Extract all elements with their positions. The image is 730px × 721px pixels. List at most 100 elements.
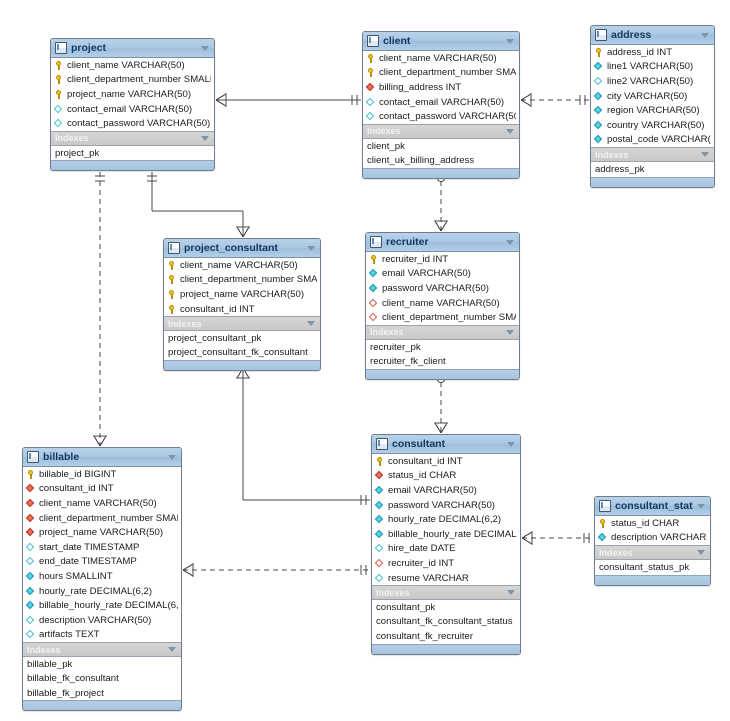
chevron-down-icon[interactable] bbox=[701, 152, 709, 158]
chevron-down-icon[interactable] bbox=[201, 135, 209, 141]
column-row[interactable]: hire_date DATE bbox=[372, 542, 520, 557]
column-row[interactable]: line2 VARCHAR(50) bbox=[591, 74, 714, 89]
column-row[interactable]: recruiter_id INT bbox=[372, 556, 520, 571]
indexes-section-header[interactable]: Indexes bbox=[366, 324, 519, 340]
column-row[interactable]: password VARCHAR(50) bbox=[366, 281, 519, 296]
chevron-down-icon[interactable] bbox=[506, 128, 514, 134]
column-row[interactable]: country VARCHAR(50) bbox=[591, 118, 714, 133]
entity-table-recruiter[interactable]: recruiter recruiter_id INT email VARCHAR(5… bbox=[365, 232, 520, 380]
column-row[interactable]: consultant_id INT bbox=[164, 302, 320, 317]
column-row[interactable]: client_name VARCHAR(50) bbox=[51, 58, 214, 73]
column-row[interactable]: project_name VARCHAR(50) bbox=[164, 287, 320, 302]
column-row[interactable]: billable_hourly_rate DECIMAL(6,2) bbox=[372, 527, 520, 542]
index-row[interactable]: billable_fk_project bbox=[23, 686, 181, 700]
column-row[interactable]: end_date TIMESTAMP bbox=[23, 555, 181, 570]
entity-table-billable[interactable]: billable billable_id BIGINT consultant_id … bbox=[22, 447, 182, 712]
column-row[interactable]: project_name VARCHAR(50) bbox=[51, 87, 214, 102]
index-row[interactable]: address_pk bbox=[591, 162, 714, 176]
column-row[interactable]: client_department_number SMALLINT bbox=[51, 73, 214, 88]
entity-title-bar[interactable]: client bbox=[363, 32, 519, 51]
entity-title-bar[interactable]: recruiter bbox=[366, 233, 519, 252]
index-row[interactable]: consultant_status_pk bbox=[595, 560, 710, 574]
chevron-down-icon[interactable] bbox=[307, 245, 315, 251]
chevron-down-icon[interactable] bbox=[307, 321, 315, 327]
column-row[interactable]: contact_email VARCHAR(50) bbox=[51, 102, 214, 117]
column-row[interactable]: consultant_id INT bbox=[23, 482, 181, 497]
column-row[interactable]: consultant_id INT bbox=[372, 454, 520, 469]
entity-title-bar[interactable]: consultant_status bbox=[595, 497, 710, 516]
column-row[interactable]: client_name VARCHAR(50) bbox=[363, 51, 519, 66]
index-row[interactable]: project_pk bbox=[51, 146, 214, 160]
column-row[interactable]: artifacts TEXT bbox=[23, 628, 181, 643]
index-row[interactable]: recruiter_pk bbox=[366, 340, 519, 354]
column-row[interactable]: contact_password VARCHAR(50) bbox=[363, 109, 519, 124]
chevron-down-icon[interactable] bbox=[506, 329, 514, 335]
indexes-section-header[interactable]: Indexes bbox=[595, 545, 710, 561]
chevron-down-icon[interactable] bbox=[507, 441, 515, 447]
column-row[interactable]: region VARCHAR(50) bbox=[591, 103, 714, 118]
column-row[interactable]: start_date TIMESTAMP bbox=[23, 540, 181, 555]
column-row[interactable]: billable_hourly_rate DECIMAL(6,2) bbox=[23, 598, 181, 613]
indexes-section-header[interactable]: Indexes bbox=[51, 130, 214, 146]
column-row[interactable]: client_department_number SMALLINT bbox=[366, 310, 519, 325]
column-row[interactable]: client_name VARCHAR(50) bbox=[366, 296, 519, 311]
index-row[interactable]: billable_fk_consultant bbox=[23, 672, 181, 686]
chevron-down-icon[interactable] bbox=[697, 550, 705, 556]
column-row[interactable]: password VARCHAR(50) bbox=[372, 498, 520, 513]
column-row[interactable]: hours SMALLINT bbox=[23, 569, 181, 584]
chevron-down-icon[interactable] bbox=[701, 32, 709, 38]
entity-title-bar[interactable]: address bbox=[591, 26, 714, 45]
entity-table-consultant[interactable]: consultant consultant_id INT status_id CHA… bbox=[371, 434, 521, 655]
entity-table-address[interactable]: address address_id INT line1 VARCHAR(50) li… bbox=[590, 25, 715, 188]
entity-table-project[interactable]: project client_name VARCHAR(50) client_dep… bbox=[50, 38, 215, 172]
column-row[interactable]: client_name VARCHAR(50) bbox=[164, 258, 320, 273]
indexes-section-header[interactable]: Indexes bbox=[372, 585, 520, 601]
column-row[interactable]: client_department_number SMALLINT bbox=[164, 273, 320, 288]
entity-table-client[interactable]: client client_name VARCHAR(50) client_depa… bbox=[362, 31, 520, 179]
column-row[interactable]: city VARCHAR(50) bbox=[591, 89, 714, 104]
chevron-down-icon[interactable] bbox=[697, 503, 705, 509]
chevron-down-icon[interactable] bbox=[506, 38, 514, 44]
indexes-section-header[interactable]: Indexes bbox=[164, 316, 320, 332]
entity-table-consultant_status[interactable]: consultant_status status_id CHAR descripti… bbox=[594, 496, 711, 586]
entity-title-bar[interactable]: project_consultant bbox=[164, 239, 320, 258]
index-row[interactable]: consultant_fk_consultant_status bbox=[372, 615, 520, 629]
column-row[interactable]: recruiter_id INT bbox=[366, 252, 519, 267]
chevron-down-icon[interactable] bbox=[507, 590, 515, 596]
column-row[interactable]: email VARCHAR(50) bbox=[366, 267, 519, 282]
index-row[interactable]: billable_pk bbox=[23, 657, 181, 671]
entity-title-bar[interactable]: billable bbox=[23, 448, 181, 467]
index-row[interactable]: consultant_fk_recruiter bbox=[372, 629, 520, 643]
column-row[interactable]: address_id INT bbox=[591, 45, 714, 60]
column-row[interactable]: status_id CHAR bbox=[595, 516, 710, 531]
index-row[interactable]: client_pk bbox=[363, 139, 519, 153]
entity-table-project_consultant[interactable]: project_consultant client_name VARCHAR(50… bbox=[163, 238, 321, 372]
entity-title-bar[interactable]: consultant bbox=[372, 435, 520, 454]
column-row[interactable]: description VARCHAR(50) bbox=[595, 531, 710, 546]
chevron-down-icon[interactable] bbox=[506, 239, 514, 245]
column-row[interactable]: client_name VARCHAR(50) bbox=[23, 496, 181, 511]
column-row[interactable]: email VARCHAR(50) bbox=[372, 483, 520, 498]
index-row[interactable]: consultant_pk bbox=[372, 600, 520, 614]
indexes-section-header[interactable]: Indexes bbox=[23, 642, 181, 658]
index-row[interactable]: project_consultant_fk_consultant bbox=[164, 346, 320, 360]
column-row[interactable]: contact_email VARCHAR(50) bbox=[363, 95, 519, 110]
indexes-section-header[interactable]: Indexes bbox=[363, 123, 519, 139]
column-row[interactable]: contact_password VARCHAR(50) bbox=[51, 116, 214, 131]
chevron-down-icon[interactable] bbox=[168, 647, 176, 653]
entity-title-bar[interactable]: project bbox=[51, 39, 214, 58]
column-row[interactable]: resume VARCHAR bbox=[372, 571, 520, 586]
column-row[interactable]: postal_code VARCHAR(50) bbox=[591, 133, 714, 148]
column-row[interactable]: status_id CHAR bbox=[372, 469, 520, 484]
column-row[interactable]: hourly_rate DECIMAL(6,2) bbox=[372, 512, 520, 527]
column-row[interactable]: client_department_number SMALLINT bbox=[23, 511, 181, 526]
column-row[interactable]: billable_id BIGINT bbox=[23, 467, 181, 482]
chevron-down-icon[interactable] bbox=[168, 454, 176, 460]
column-row[interactable]: client_department_number SMALLINT bbox=[363, 66, 519, 81]
indexes-section-header[interactable]: Indexes bbox=[591, 147, 714, 163]
index-row[interactable]: recruiter_fk_client bbox=[366, 354, 519, 368]
column-row[interactable]: hourly_rate DECIMAL(6,2) bbox=[23, 584, 181, 599]
chevron-down-icon[interactable] bbox=[201, 45, 209, 51]
column-row[interactable]: line1 VARCHAR(50) bbox=[591, 60, 714, 75]
column-row[interactable]: project_name VARCHAR(50) bbox=[23, 525, 181, 540]
